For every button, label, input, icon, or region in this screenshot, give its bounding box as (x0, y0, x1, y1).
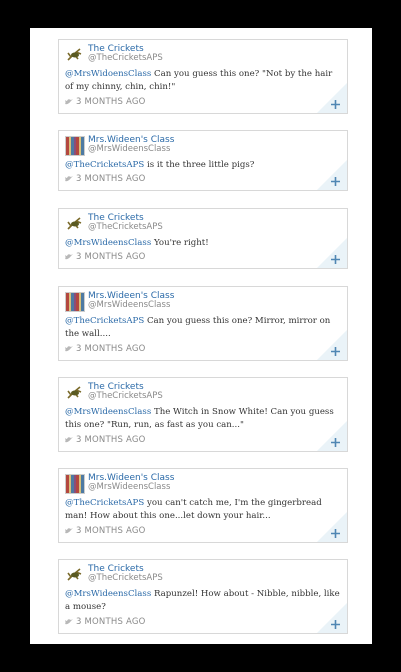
plus-icon[interactable] (331, 255, 340, 264)
plus-icon[interactable] (331, 100, 340, 109)
mention-link[interactable]: @MrsWideensClass (65, 407, 151, 417)
avatar[interactable] (65, 136, 85, 156)
tweet-card[interactable]: Mrs.Wideen's Class @MrsWideensClass @The… (58, 286, 348, 361)
tweet-text: @MrsWideensClass Rapunzel! How about - N… (65, 588, 340, 614)
tweet-card[interactable]: The Crickets @TheCricketsAPS @MrsWideens… (58, 377, 348, 452)
tweet-text: @TheCricketsAPS Can you guess this one? … (65, 315, 340, 341)
tweet-timestamp[interactable]: 3 MONTHS AGO (76, 97, 146, 107)
tweet-timestamp[interactable]: 3 MONTHS AGO (76, 252, 146, 262)
tweet-card[interactable]: The Crickets @TheCricketsAPS @MrsWideens… (58, 208, 348, 269)
mention-link[interactable]: @MrsWideensClass (65, 238, 151, 248)
avatar[interactable] (65, 214, 85, 234)
plus-icon[interactable] (331, 438, 340, 447)
bird-icon (65, 619, 73, 625)
mention-link[interactable]: @MrsWidoensClass (65, 69, 151, 79)
cricket-icon (67, 568, 82, 581)
author-handle[interactable]: @MrsWideensClass (88, 145, 288, 154)
cricket-icon (67, 48, 82, 61)
plus-icon[interactable] (331, 529, 340, 538)
avatar[interactable] (65, 565, 85, 585)
timeline-panel: The Crickets @TheCricketsAPS @MrsWidoens… (30, 28, 372, 644)
tweet-card[interactable]: The Crickets @TheCricketsAPS @MrsWidoens… (58, 39, 348, 114)
plus-icon[interactable] (331, 347, 340, 356)
mention-link[interactable]: @MrsWideensClass (65, 589, 151, 599)
avatar[interactable] (65, 292, 85, 312)
bird-icon (65, 346, 73, 352)
author-handle[interactable]: @MrsWideensClass (88, 301, 288, 310)
bird-icon (65, 176, 73, 182)
tweet-timestamp[interactable]: 3 MONTHS AGO (76, 526, 146, 536)
plus-icon[interactable] (331, 177, 340, 186)
cricket-icon (67, 217, 82, 230)
avatar[interactable] (65, 474, 85, 494)
author-handle[interactable]: @TheCricketsAPS (88, 54, 288, 63)
cricket-icon (67, 386, 82, 399)
plus-icon[interactable] (331, 620, 340, 629)
tweet-text: @TheCricketsAPS is it the three little p… (65, 159, 340, 172)
tweet-body: is it the three little pigs? (144, 160, 255, 170)
tweet-text: @MrsWideensClass You're right! (65, 237, 340, 250)
author-handle[interactable]: @TheCricketsAPS (88, 574, 288, 583)
tweet-card[interactable]: Mrs.Wideen's Class @MrsWideensClass @The… (58, 130, 348, 191)
author-handle[interactable]: @TheCricketsAPS (88, 392, 288, 401)
tweet-timestamp[interactable]: 3 MONTHS AGO (76, 617, 146, 627)
mention-link[interactable]: @TheCricketsAPS (65, 316, 144, 326)
mention-link[interactable]: @TheCricketsAPS (65, 498, 144, 508)
tweet-body: You're right! (151, 238, 209, 248)
avatar[interactable] (65, 383, 85, 403)
author-handle[interactable]: @MrsWideensClass (88, 483, 288, 492)
tweet-text: @TheCricketsAPS you can't catch me, I'm … (65, 497, 340, 523)
tweet-timestamp[interactable]: 3 MONTHS AGO (76, 435, 146, 445)
bird-icon (65, 528, 73, 534)
tweet-card[interactable]: The Crickets @TheCricketsAPS @MrsWideens… (58, 559, 348, 634)
bird-icon (65, 437, 73, 443)
bird-icon (65, 254, 73, 260)
tweet-text: @MrsWidoensClass Can you guess this one?… (65, 68, 340, 94)
author-handle[interactable]: @TheCricketsAPS (88, 223, 288, 232)
tweet-timestamp[interactable]: 3 MONTHS AGO (76, 344, 146, 354)
mention-link[interactable]: @TheCricketsAPS (65, 160, 144, 170)
tweet-card[interactable]: Mrs.Wideen's Class @MrsWideensClass @The… (58, 468, 348, 543)
avatar[interactable] (65, 45, 85, 65)
bird-icon (65, 99, 73, 105)
tweet-text: @MrsWideensClass The Witch in Snow White… (65, 406, 340, 432)
tweet-timestamp[interactable]: 3 MONTHS AGO (76, 174, 146, 184)
